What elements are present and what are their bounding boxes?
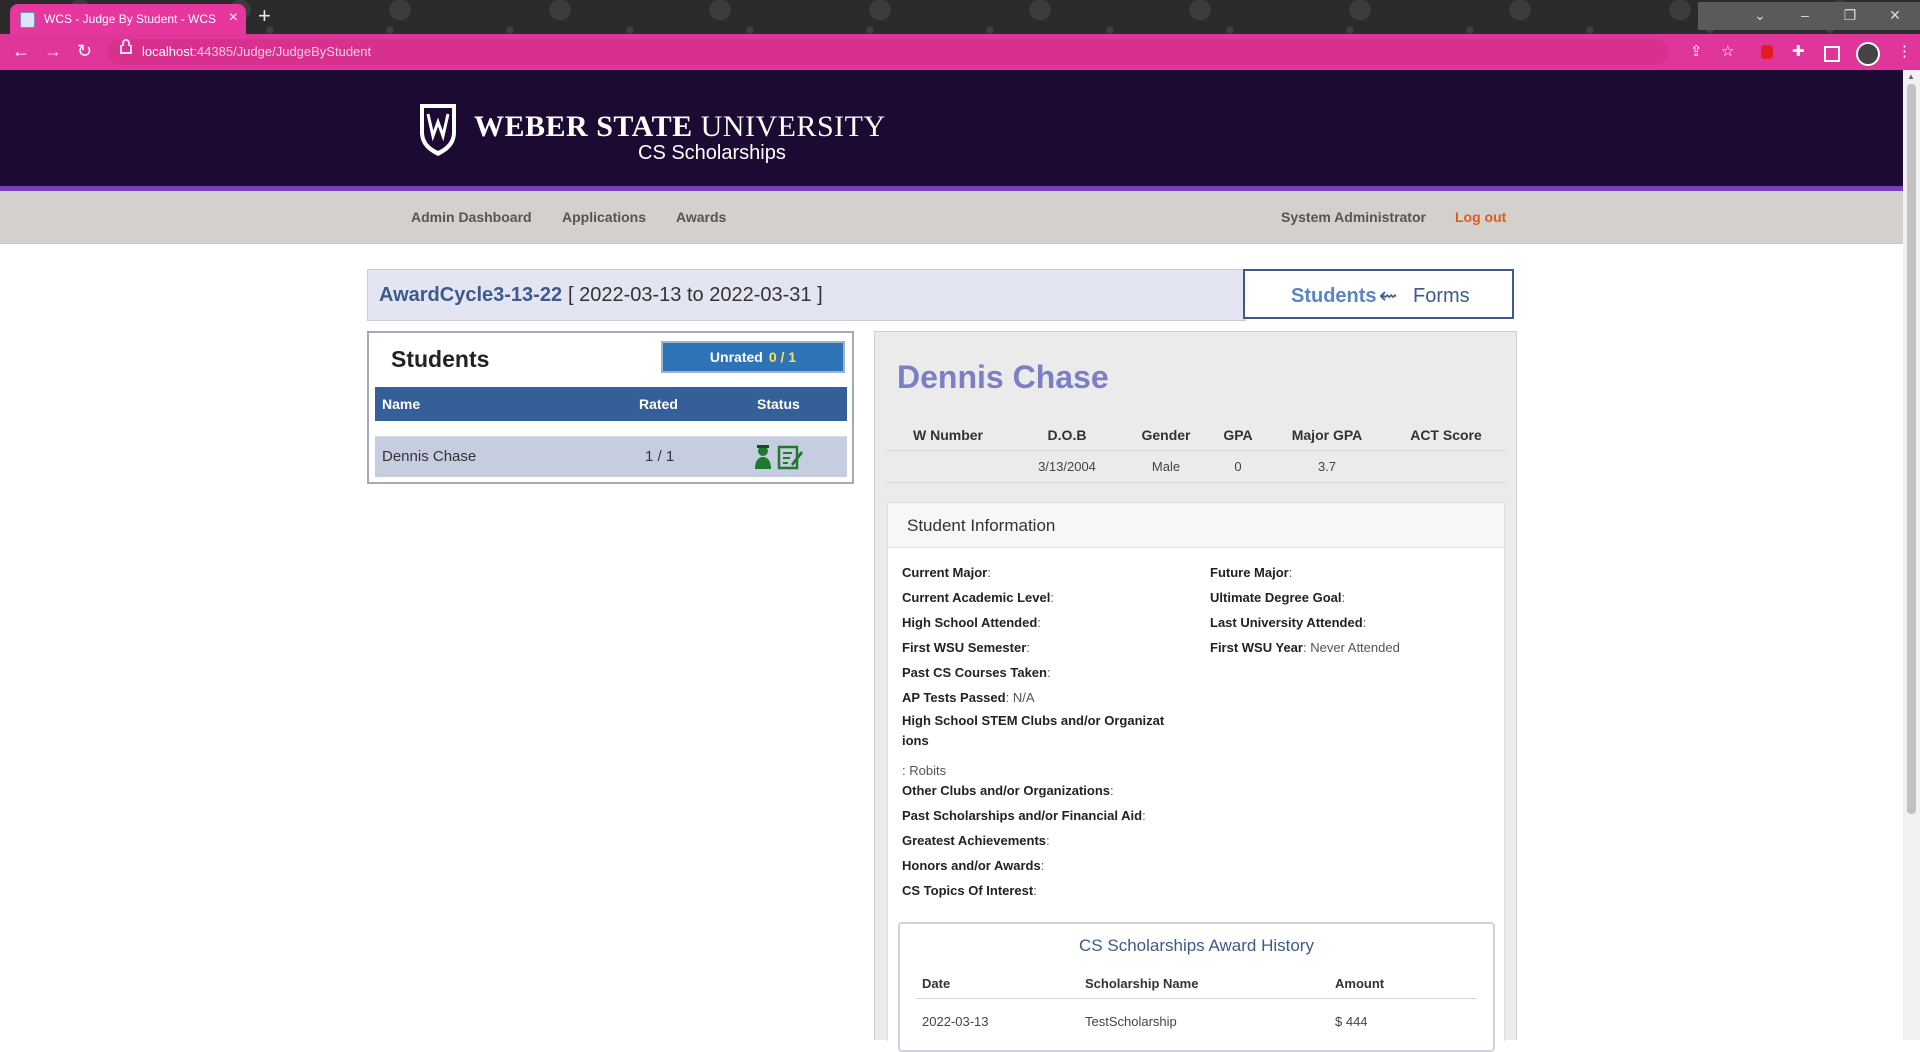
- col-amount: Amount: [1335, 976, 1385, 991]
- col-gpa: GPA: [1223, 427, 1253, 443]
- back-icon[interactable]: ←: [12, 40, 30, 62]
- restore-button[interactable]: ❐: [1830, 2, 1870, 28]
- award-cycle-name[interactable]: AwardCycle3-13-22: [379, 284, 562, 307]
- lock-icon[interactable]: [120, 39, 132, 54]
- col-w-number: W Number: [913, 427, 983, 443]
- more-menu-icon[interactable]: ⋮: [1897, 42, 1912, 62]
- browser-tab-active[interactable]: WCS - Judge By Student - WCS ×: [10, 4, 246, 34]
- puzzle-extensions-icon[interactable]: ✚: [1792, 42, 1805, 62]
- logout-link[interactable]: Log out: [1455, 209, 1506, 225]
- nav-admin-dashboard[interactable]: Admin Dashboard: [411, 209, 532, 225]
- field-ap-tests-passed: AP Tests Passed: N/A: [902, 690, 1035, 705]
- students-forms-toggle[interactable]: Students ⇜ Forms: [1243, 269, 1514, 319]
- switch-arrow-icon: ⇜: [1379, 283, 1398, 308]
- brand-title[interactable]: WEBER STATE UNIVERSITY: [474, 110, 886, 144]
- form-edit-icon[interactable]: [777, 444, 803, 470]
- scrollbar-thumb[interactable]: [1907, 84, 1916, 814]
- student-row-rated: 1 / 1: [645, 448, 675, 465]
- history-scholarship-name: TestScholarship: [1085, 1014, 1177, 1029]
- browser-tab-strip: WCS - Judge By Student - WCS × + ⌄ – ❐ ✕: [0, 0, 1920, 34]
- award-cycle-bar: AwardCycle3-13-22 [ 2022-03-13 to 2022-0…: [367, 269, 1246, 321]
- field-cs-topics: CS Topics Of Interest:: [902, 883, 1037, 898]
- minimize-button[interactable]: –: [1785, 2, 1825, 28]
- field-stem-clubs: High School STEM Clubs and/or Organizat i…: [902, 713, 1165, 748]
- history-amount: $ 444: [1335, 1014, 1368, 1029]
- extension-red-icon[interactable]: [1761, 45, 1773, 59]
- field-current-academic-level: Current Academic Level:: [902, 590, 1054, 605]
- field-past-scholarships: Past Scholarships and/or Financial Aid:: [902, 808, 1146, 823]
- value-gpa: 0: [1234, 459, 1242, 474]
- wsu-shield-logo-icon: [420, 104, 456, 156]
- field-last-university: Last University Attended:: [1210, 615, 1367, 630]
- nav-awards[interactable]: Awards: [676, 209, 726, 225]
- divider: [887, 450, 1505, 451]
- side-panel-icon[interactable]: [1824, 46, 1840, 62]
- reload-icon[interactable]: ↻: [77, 40, 92, 62]
- field-high-school-attended: High School Attended:: [902, 615, 1041, 630]
- student-row-name[interactable]: Dennis Chase: [382, 448, 476, 465]
- bookmark-star-icon[interactable]: ☆: [1721, 42, 1734, 62]
- unrated-filter-button[interactable]: Unrated 0 / 1: [661, 341, 845, 373]
- value-major-gpa: 3.7: [1317, 459, 1337, 474]
- field-first-wsu-semester: First WSU Semester:: [902, 640, 1030, 655]
- tab-search-icon[interactable]: ⌄: [1740, 2, 1780, 28]
- page-scrollbar[interactable]: ▲: [1903, 70, 1920, 1040]
- profile-avatar-icon[interactable]: [1856, 42, 1880, 66]
- share-icon[interactable]: ⇪: [1690, 42, 1703, 62]
- site-header: WEBER STATE UNIVERSITY CS Scholarships: [0, 70, 1903, 191]
- nav-applications[interactable]: Applications: [562, 209, 646, 225]
- tab-title: WCS - Judge By Student - WCS: [44, 12, 217, 26]
- award-history-card: CS Scholarships Award History Date Schol…: [898, 922, 1495, 1052]
- table-row[interactable]: Dennis Chase 1 / 1: [375, 436, 847, 477]
- award-history-title: CS Scholarships Award History: [1079, 936, 1314, 955]
- history-date: 2022-03-13: [922, 1014, 989, 1029]
- field-ultimate-degree-goal: Ultimate Degree Goal:: [1210, 590, 1346, 605]
- students-table-header: Name Rated Status: [375, 387, 847, 421]
- toggle-forms-label[interactable]: Forms: [1413, 285, 1470, 308]
- field-honors-awards: Honors and/or Awards:: [902, 858, 1045, 873]
- address-bar[interactable]: localhost:44385/Judge/JudgeByStudent: [108, 39, 1668, 65]
- field-current-major: Current Major:: [902, 565, 991, 580]
- toggle-students-label[interactable]: Students: [1291, 285, 1377, 308]
- url-text[interactable]: localhost:44385/Judge/JudgeByStudent: [142, 44, 371, 59]
- forward-icon[interactable]: →: [44, 40, 62, 62]
- divider: [887, 482, 1505, 483]
- student-icon[interactable]: [753, 444, 773, 470]
- field-stem-clubs-value: : Robits: [902, 763, 947, 778]
- close-window-button[interactable]: ✕: [1875, 2, 1915, 28]
- students-panel: Students Unrated 0 / 1 Name Rated Status …: [367, 331, 854, 484]
- student-information-header: Student Information: [888, 503, 1504, 548]
- divider: [916, 998, 1477, 999]
- student-detail-panel: Dennis Chase W Number D.O.B Gender GPA M…: [874, 331, 1517, 1052]
- col-name: Name: [382, 396, 421, 412]
- col-rated: Rated: [639, 396, 678, 412]
- new-tab-button[interactable]: +: [258, 5, 271, 27]
- value-gender: Male: [1151, 459, 1181, 474]
- col-date: Date: [922, 976, 951, 991]
- col-dob: D.O.B: [1047, 427, 1087, 443]
- browser-toolbar: ← → ↻ localhost:44385/Judge/JudgeByStude…: [0, 34, 1920, 70]
- value-dob: 3/13/2004: [1038, 459, 1096, 474]
- field-first-wsu-year: First WSU Year: Never Attended: [1210, 640, 1400, 655]
- brand-subtitle: CS Scholarships: [638, 142, 786, 164]
- scroll-up-icon[interactable]: ▲: [1907, 72, 1915, 81]
- col-gender: Gender: [1141, 427, 1191, 443]
- page-favicon-icon: [20, 12, 35, 28]
- student-name-heading: Dennis Chase: [897, 359, 1109, 395]
- field-greatest-achievements: Greatest Achievements:: [902, 833, 1050, 848]
- field-other-clubs: Other Clubs and/or Organizations:: [902, 783, 1114, 798]
- col-act-score: ACT Score: [1410, 427, 1482, 443]
- field-future-major: Future Major:: [1210, 565, 1293, 580]
- col-major-gpa: Major GPA: [1291, 427, 1363, 443]
- student-information-card: Student Information Current Major: Curre…: [887, 502, 1505, 1052]
- site-nav: Admin Dashboard Applications Awards Syst…: [0, 191, 1903, 244]
- student-information-title: Student Information: [907, 516, 1056, 535]
- award-cycle-dates: [ 2022-03-13 to 2022-03-31 ]: [568, 284, 823, 306]
- nav-user-name[interactable]: System Administrator: [1281, 209, 1426, 225]
- students-title: Students: [391, 346, 490, 372]
- field-past-cs-courses: Past CS Courses Taken:: [902, 665, 1051, 680]
- col-scholarship-name: Scholarship Name: [1085, 976, 1199, 991]
- col-status: Status: [757, 396, 800, 412]
- tab-close-icon[interactable]: ×: [229, 9, 238, 27]
